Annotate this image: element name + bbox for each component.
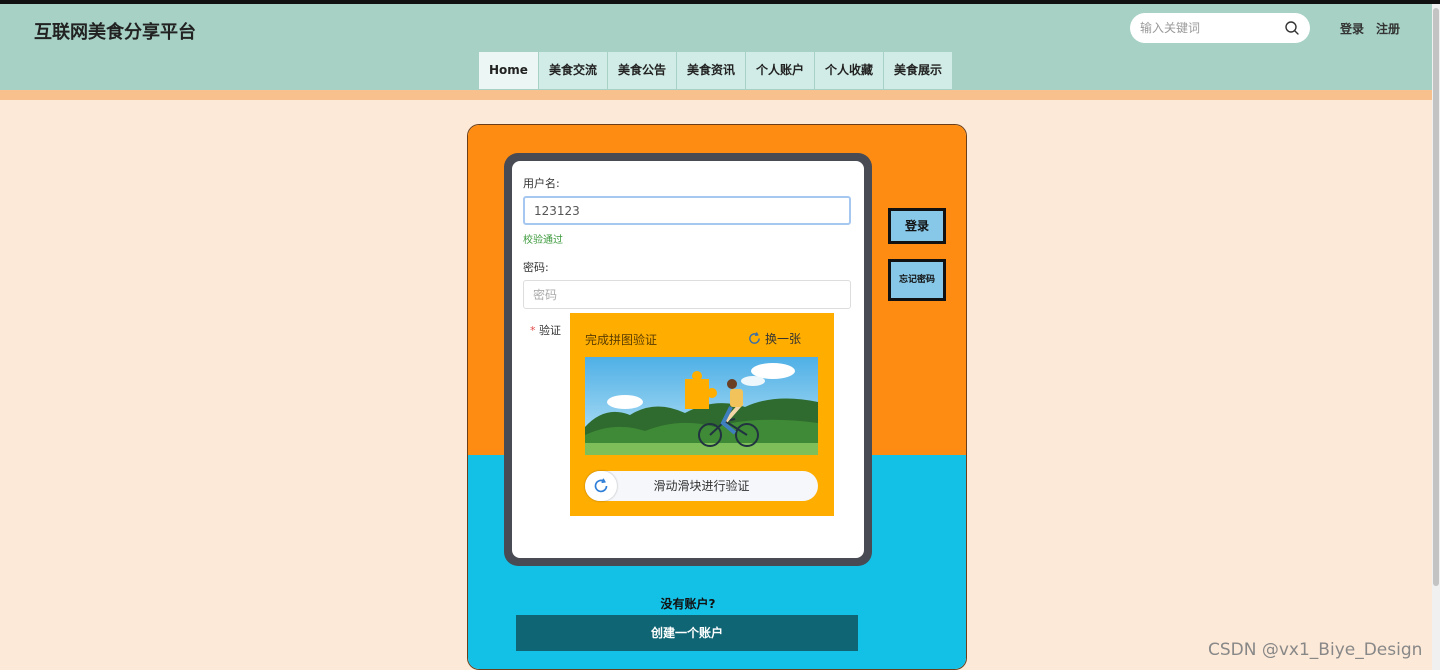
- refresh-arrow-icon: [594, 478, 608, 493]
- captcha-scene-illustration: [585, 357, 818, 455]
- captcha-image: [585, 357, 818, 455]
- search-icon[interactable]: [1284, 20, 1300, 36]
- captcha-slider-handle[interactable]: [585, 471, 617, 501]
- refresh-icon: [749, 332, 760, 344]
- site-title: 互联网美食分享平台: [34, 22, 196, 43]
- nav-item-home[interactable]: Home: [479, 52, 538, 89]
- username-label: 用户名:: [523, 177, 560, 190]
- puzzle-captcha: 完成拼图验证 换一张 滑动滑块进行验证: [570, 313, 834, 516]
- page-scrollbar[interactable]: [1432, 4, 1440, 670]
- watermark-text: CSDN @vx1_Biye_Design: [1208, 640, 1423, 660]
- forgot-password-button[interactable]: 忘记密码: [888, 259, 946, 301]
- password-field[interactable]: [523, 280, 851, 309]
- login-form-frame: 用户名: 校验通过 密码: * 验证 完成拼图验证 换一张: [504, 153, 872, 566]
- header-register-link[interactable]: 注册: [1376, 20, 1400, 37]
- nav-item-food-news[interactable]: 美食资讯: [676, 52, 745, 89]
- captcha-refresh-label: 换一张: [765, 332, 802, 346]
- nav-item-favorites[interactable]: 个人收藏: [815, 52, 884, 89]
- captcha-title: 完成拼图验证: [585, 333, 658, 347]
- username-field[interactable]: [523, 196, 851, 225]
- search-input[interactable]: [1140, 19, 1280, 37]
- username-validation-message: 校验通过: [523, 235, 563, 246]
- captcha-slider-text: 滑动滑块进行验证: [653, 479, 750, 493]
- verify-label-text: 验证: [539, 324, 561, 337]
- site-header: 互联网美食分享平台 登录 注册 Home 美食交流 美食公告 美食资讯 个人账户…: [0, 4, 1440, 90]
- no-account-prompt: 没有账户?: [660, 597, 716, 611]
- nav-item-food-notice[interactable]: 美食公告: [607, 52, 676, 89]
- header-accent-line: [0, 90, 1440, 100]
- verify-label: * 验证: [530, 322, 561, 338]
- create-account-button[interactable]: 创建一个账户: [516, 615, 858, 651]
- required-mark: *: [530, 324, 536, 337]
- password-label: 密码:: [523, 261, 549, 274]
- captcha-refresh-button[interactable]: 换一张: [748, 330, 801, 347]
- login-card: 用户名: 校验通过 密码: * 验证 完成拼图验证 换一张: [467, 124, 967, 670]
- nav-item-account[interactable]: 个人账户: [745, 52, 814, 89]
- header-login-link[interactable]: 登录: [1340, 20, 1364, 37]
- search-box: [1130, 13, 1310, 43]
- scrollbar-thumb[interactable]: [1433, 8, 1439, 586]
- login-form: 用户名: 校验通过 密码: * 验证 完成拼图验证 换一张: [512, 161, 864, 558]
- login-button[interactable]: 登录: [888, 208, 946, 244]
- nav-item-food-exchange[interactable]: 美食交流: [538, 52, 607, 89]
- main-nav: Home 美食交流 美食公告 美食资讯 个人账户 个人收藏 美食展示: [479, 52, 953, 89]
- nav-item-food-showcase[interactable]: 美食展示: [884, 52, 953, 89]
- captcha-slider-track: 滑动滑块进行验证: [585, 471, 818, 501]
